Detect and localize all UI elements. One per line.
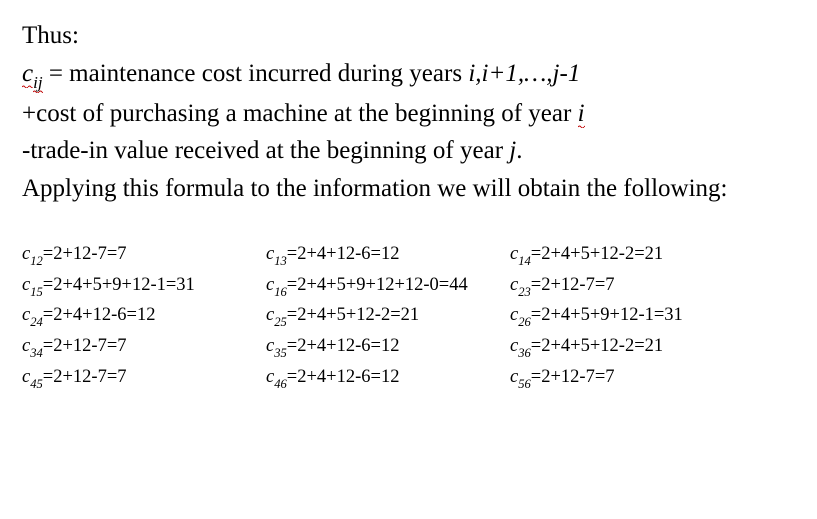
line-minus-tradein: -trade-in value received at the beginnin… (22, 133, 795, 169)
cost-cell-c36: c36=2+4+5+12-2=21 (510, 334, 746, 361)
cost-rhs: =2+4+5+9+12-1=31 (531, 305, 683, 325)
cost-sub: 36 (518, 346, 531, 360)
txt-years: i,i+1,…,j-1 (468, 60, 580, 87)
cost-sub: 13 (274, 254, 287, 268)
cost-rhs: =2+4+5+9+12-1=31 (43, 275, 195, 295)
cost-grid: c12=2+12-7=7c13=2+4+12-6=12c14=2+4+5+12-… (22, 242, 795, 391)
cost-var: c (266, 367, 274, 387)
cost-sub: 35 (274, 346, 287, 360)
cost-sub: 12 (30, 254, 43, 268)
cost-cell-c25: c25=2+4+5+12-2=21 (266, 303, 502, 330)
cost-var: c (510, 336, 518, 356)
cost-rhs: =2+4+5+12-2=21 (531, 244, 663, 264)
cost-cell-c45: c45=2+12-7=7 (22, 365, 258, 392)
cost-cell-c12: c12=2+12-7=7 (22, 242, 258, 269)
cost-var: c (266, 244, 274, 264)
cost-cell-c16: c16=2+4+5+9+12+12-0=44 (266, 273, 502, 300)
cost-var: c (266, 275, 274, 295)
cost-cell-c13: c13=2+4+12-6=12 (266, 242, 502, 269)
cost-var: c (510, 367, 518, 387)
cost-var: c (266, 336, 274, 356)
cost-sub: 23 (518, 285, 531, 299)
cost-cell-c26: c26=2+4+5+9+12-1=31 (510, 303, 746, 330)
cost-sub: 16 (274, 285, 287, 299)
cost-var: c (510, 244, 518, 264)
cost-var: c (266, 305, 274, 325)
var-c-sub: ij (33, 73, 42, 93)
cost-var: c (22, 305, 30, 325)
cost-cell-c14: c14=2+4+5+12-2=21 (510, 242, 746, 269)
cost-sub: 24 (30, 315, 43, 329)
cost-cell-c56: c56=2+12-7=7 (510, 365, 746, 392)
cost-var: c (22, 244, 30, 264)
cost-rhs: =2+4+12-6=12 (287, 336, 400, 356)
cost-sub: 56 (518, 377, 531, 391)
cost-rhs: =2+12-7=7 (531, 275, 615, 295)
cost-var: c (22, 275, 30, 295)
cost-sub: 45 (30, 377, 43, 391)
cost-rhs: =2+12-7=7 (43, 336, 127, 356)
var-i: i (578, 100, 585, 128)
cost-rhs: =2+4+12-6=12 (43, 305, 156, 325)
cost-cell-c15: c15=2+4+5+9+12-1=31 (22, 273, 258, 300)
cost-sub: 34 (30, 346, 43, 360)
txt-period: . (516, 137, 522, 164)
line-plus-cost: +cost of purchasing a machine at the beg… (22, 96, 795, 132)
cost-rhs: =2+4+5+12-2=21 (287, 305, 419, 325)
cost-cell-c23: c23=2+12-7=7 (510, 273, 746, 300)
cost-rhs: =2+4+12-6=12 (287, 244, 400, 264)
cost-cell-c34: c34=2+12-7=7 (22, 334, 258, 361)
line-applying: Applying this formula to the information… (22, 171, 795, 207)
txt-def1: = maintenance cost incurred during years (43, 60, 469, 87)
cost-var: c (22, 367, 30, 387)
txt-minus: -trade-in value received at the beginnin… (22, 137, 509, 164)
cost-cell-c35: c35=2+4+12-6=12 (266, 334, 502, 361)
line-thus: Thus: (22, 18, 795, 54)
cost-rhs: =2+4+5+9+12+12-0=44 (287, 275, 468, 295)
cost-rhs: =2+12-7=7 (531, 367, 615, 387)
cost-rhs: =2+4+5+12-2=21 (531, 336, 663, 356)
cost-cell-c24: c24=2+4+12-6=12 (22, 303, 258, 330)
cost-var: c (22, 336, 30, 356)
line-cij-def: cij = maintenance cost incurred during y… (22, 56, 795, 94)
cost-sub: 25 (274, 315, 287, 329)
cost-rhs: =2+12-7=7 (43, 367, 127, 387)
cost-sub: 26 (518, 315, 531, 329)
cost-sub: 15 (30, 285, 43, 299)
cost-var: c (510, 275, 518, 295)
cost-var: c (510, 305, 518, 325)
cost-cell-c46: c46=2+4+12-6=12 (266, 365, 502, 392)
cost-sub: 46 (274, 377, 287, 391)
var-c: c (22, 60, 33, 88)
cost-sub: 14 (518, 254, 531, 268)
txt-plus: +cost of purchasing a machine at the beg… (22, 100, 578, 127)
cost-rhs: =2+4+12-6=12 (287, 367, 400, 387)
cost-rhs: =2+12-7=7 (43, 244, 127, 264)
